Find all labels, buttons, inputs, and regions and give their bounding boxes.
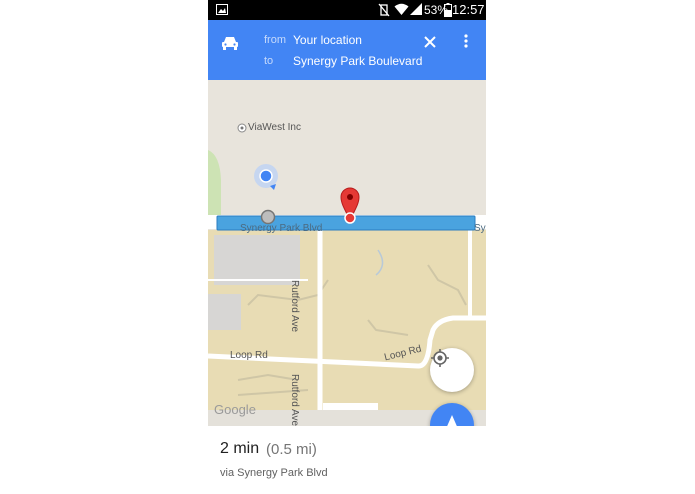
to-field[interactable]: Synergy Park Boulevard: [293, 54, 422, 68]
map-view[interactable]: ViaWest Inc Synergy Park Blvd Sy Rutford…: [208, 80, 486, 426]
car-icon[interactable]: [221, 35, 239, 56]
route-start-marker: [260, 209, 276, 225]
road-label-rutford: Rutford Ave: [289, 374, 300, 426]
close-icon[interactable]: [424, 35, 436, 53]
status-bar: 53% 12:57: [208, 0, 486, 20]
route-summary[interactable]: 2 min (0.5 mi) via Synergy Park Blvd: [208, 426, 486, 494]
poi-label: ViaWest Inc: [248, 122, 301, 133]
my-location-dot: [259, 169, 273, 183]
signal-icon: [410, 3, 422, 17]
from-label: from: [264, 34, 286, 46]
google-attribution: Google: [214, 402, 256, 417]
my-location-button[interactable]: [430, 348, 474, 392]
road-label-loop: Loop Rd: [230, 350, 268, 361]
image-notification-icon: [216, 4, 228, 18]
more-vert-icon[interactable]: [464, 34, 468, 53]
via-route: via Synergy Park Blvd: [220, 467, 328, 479]
road-label-synergy: Synergy Park Blvd: [240, 223, 323, 234]
from-field[interactable]: Your location: [293, 33, 362, 47]
phone-screen: 53% 12:57 from Your location to Synergy …: [208, 0, 486, 494]
distance: (0.5 mi): [266, 441, 317, 458]
to-label: to: [264, 55, 274, 67]
park-area: [208, 150, 221, 220]
road-label-rutford: Rutford Ave: [289, 280, 300, 333]
clock: 12:57: [452, 2, 485, 17]
directions-bar: from Your location to Synergy Park Boule…: [208, 20, 486, 80]
wifi-icon: [394, 3, 409, 17]
duration: 2 min: [220, 440, 260, 457]
road-label-synergy-edge: Sy: [474, 223, 486, 234]
battery-icon: [444, 3, 452, 17]
building: [208, 294, 241, 330]
vibrate-icon: [378, 3, 390, 17]
building: [214, 235, 300, 285]
